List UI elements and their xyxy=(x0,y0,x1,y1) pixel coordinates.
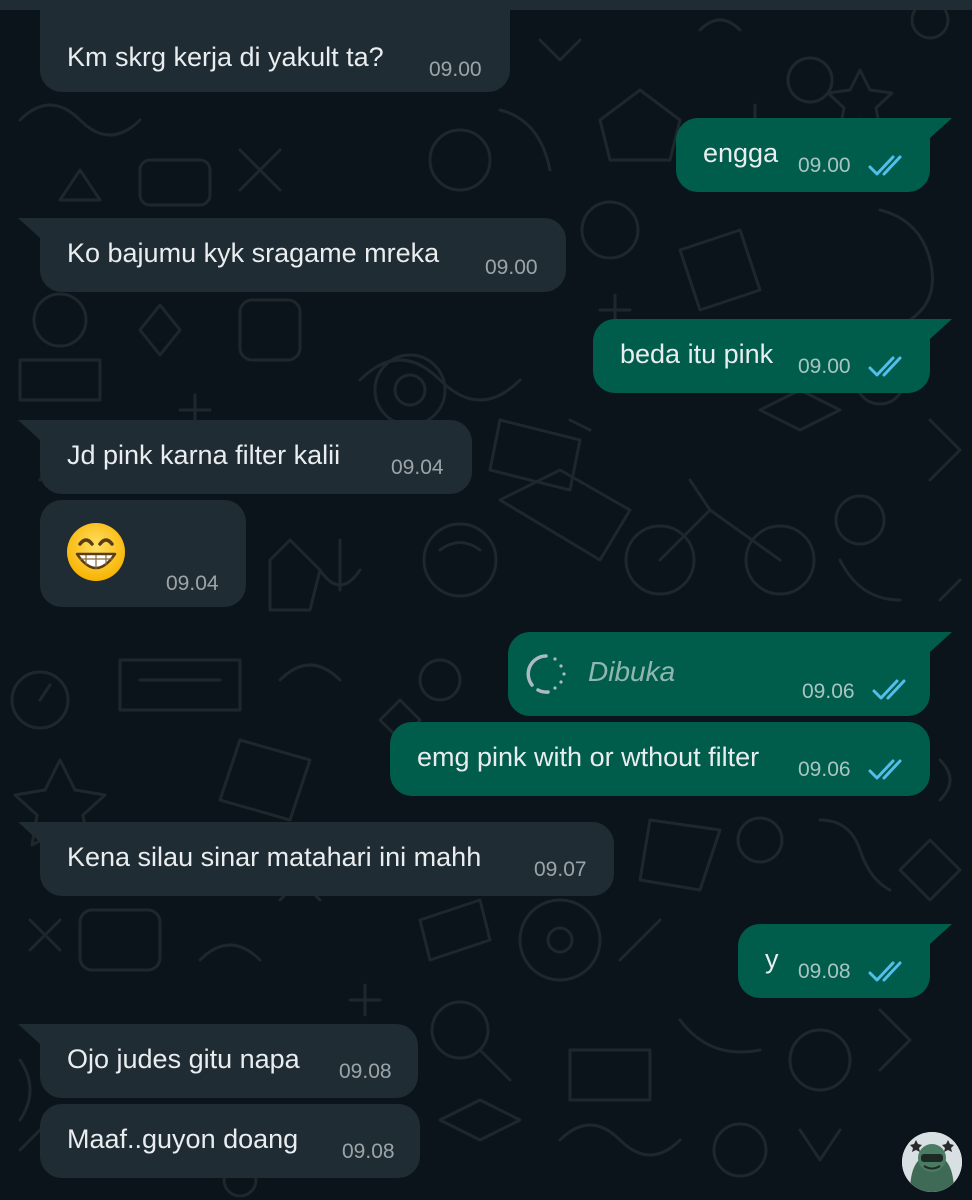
message-bubble-incoming-emoji[interactable]: 09.04 xyxy=(40,500,246,607)
sticker-avatar[interactable] xyxy=(902,1132,962,1192)
message-time: 09.00 xyxy=(798,355,851,378)
message-text: beda itu pink xyxy=(620,339,774,369)
message-time: 09.08 xyxy=(339,1060,392,1083)
message-text: Ojo judes gitu napa xyxy=(67,1044,300,1074)
view-once-label: Dibuka xyxy=(588,656,676,687)
double-check-icon xyxy=(868,154,908,178)
message-bubble-outgoing[interactable]: y 09.08 xyxy=(738,924,952,998)
view-once-icon xyxy=(524,652,568,696)
message-bubble-incoming[interactable]: Ko bajumu kyk sragame mreka 09.00 xyxy=(18,218,566,292)
message-time: 09.08 xyxy=(342,1140,395,1163)
double-check-icon xyxy=(868,960,908,984)
message-bubble-outgoing[interactable]: beda itu pink 09.00 xyxy=(593,319,952,393)
double-check-icon xyxy=(868,355,908,379)
message-time: 09.06 xyxy=(802,680,855,703)
message-bubble-incoming[interactable]: Ojo judes gitu napa 09.08 xyxy=(18,1024,418,1098)
message-text: Ko bajumu kyk sragame mreka xyxy=(67,238,440,268)
message-time: 09.08 xyxy=(798,960,851,983)
message-text: Jd pink karna filter kalii xyxy=(67,440,341,470)
message-time: 09.00 xyxy=(485,256,538,279)
message-time: 09.06 xyxy=(798,758,851,781)
message-time: 09.00 xyxy=(798,154,851,177)
message-text: Kena silau sinar matahari ini mahh xyxy=(67,842,482,872)
message-time: 09.04 xyxy=(391,456,444,479)
message-time: 09.04 xyxy=(166,572,219,595)
message-bubble-view-once[interactable]: Dibuka 09.06 xyxy=(508,632,952,716)
message-bubble-incoming[interactable]: Jd pink karna filter kalii 09.04 xyxy=(18,420,472,494)
message-bubble-outgoing[interactable]: engga 09.00 xyxy=(676,118,952,192)
message-bubble-incoming[interactable]: Kena silau sinar matahari ini mahh 09.07 xyxy=(18,822,614,896)
grinning-emoji-icon xyxy=(66,522,126,582)
message-text: y xyxy=(765,944,779,974)
message-text: engga xyxy=(703,138,779,168)
message-text: Maaf..guyon doang xyxy=(67,1124,299,1154)
message-text: emg pink with or wthout filter xyxy=(417,742,760,772)
message-bubble-outgoing[interactable]: emg pink with or wthout filter 09.06 xyxy=(390,722,930,796)
message-time: 09.07 xyxy=(534,858,587,881)
message-text: Km skrg kerja di yakult ta? xyxy=(67,42,384,72)
message-bubble-incoming[interactable]: Km skrg kerja di yakult ta? 09.00 xyxy=(40,0,510,92)
message-bubble-incoming[interactable]: Maaf..guyon doang 09.08 xyxy=(40,1104,420,1178)
double-check-icon xyxy=(872,678,912,702)
message-time: 09.00 xyxy=(429,58,482,81)
double-check-icon xyxy=(868,758,908,782)
